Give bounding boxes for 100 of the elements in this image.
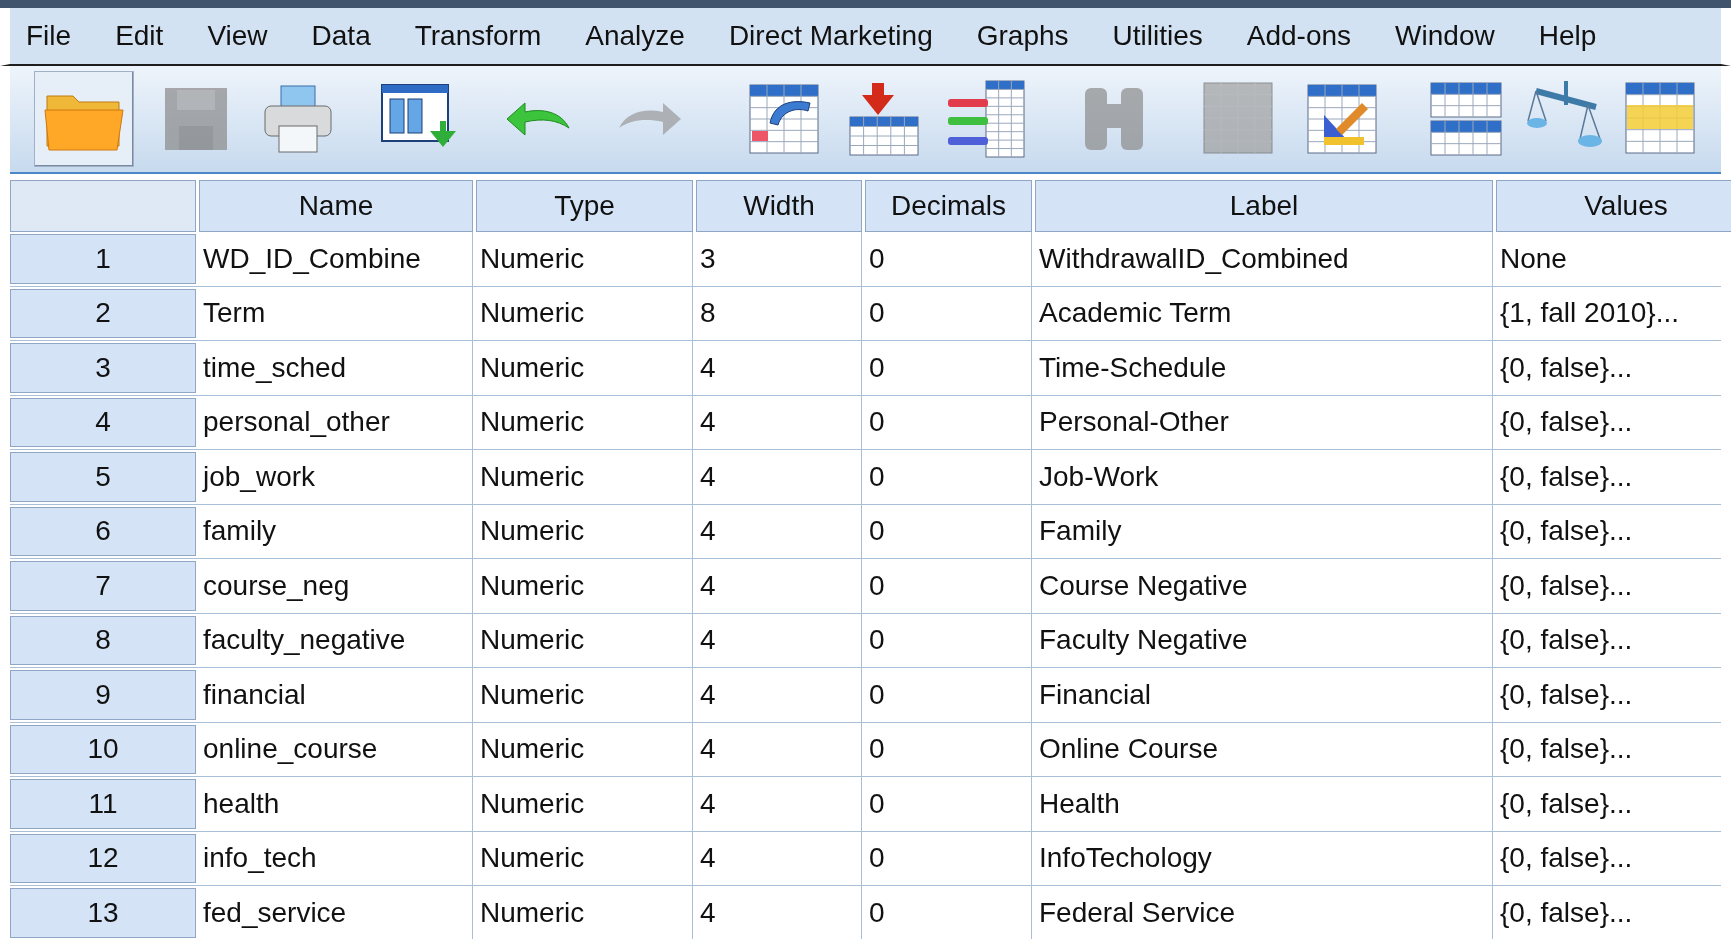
table-cell: Financial: [1035, 668, 1493, 722]
table-cell: Health: [1035, 777, 1493, 831]
row-header[interactable]: 10: [10, 724, 196, 774]
table-cell: Job-Work: [1035, 450, 1493, 504]
menu-item[interactable]: Add-ons: [1246, 15, 1352, 57]
table-cell: InfoTechology: [1035, 831, 1493, 885]
row-header[interactable]: 4: [10, 397, 196, 447]
row-header[interactable]: 5: [10, 452, 196, 502]
table-cell: 0: [865, 886, 1032, 939]
table-cell: 0: [865, 450, 1032, 504]
table-cell: 4: [696, 450, 862, 504]
menu-item[interactable]: Edit: [115, 15, 164, 57]
table-cell: Numeric: [476, 886, 693, 939]
menu-item[interactable]: File: [26, 15, 72, 57]
table-cell: health: [199, 777, 473, 831]
table-cell: personal_other: [199, 395, 473, 449]
table-cell: 0: [865, 341, 1032, 395]
table-cell: {0, false}...: [1496, 886, 1731, 939]
column-header[interactable]: Decimals: [865, 180, 1032, 232]
table-cell: Personal-Other: [1035, 395, 1493, 449]
table-bars-icon: [946, 79, 1026, 159]
table-cell: Numeric: [476, 777, 693, 831]
table-cell: Numeric: [476, 504, 693, 558]
table-cell: {0, false}...: [1496, 341, 1731, 395]
table-cell: Academic Term: [1035, 286, 1493, 340]
table-cell: Term: [199, 286, 473, 340]
menu-item[interactable]: Data: [311, 15, 371, 57]
table-cell: job_work: [199, 450, 473, 504]
menu-item[interactable]: Utilities: [1112, 15, 1203, 57]
table-cell: 0: [865, 613, 1032, 667]
table-ruler-pencil-icon: [1306, 83, 1378, 155]
table-cell: Numeric: [476, 613, 693, 667]
table-cell: {0, false}...: [1496, 559, 1731, 613]
menu-item[interactable]: Analyze: [585, 15, 685, 57]
table-cell: 0: [865, 777, 1032, 831]
menu-item[interactable]: Transform: [414, 15, 542, 57]
table-cell: Numeric: [476, 341, 693, 395]
table-cell: Online Course: [1035, 722, 1493, 776]
table-cell: info_tech: [199, 831, 473, 885]
table-cell: 4: [696, 831, 862, 885]
menu-item[interactable]: Window: [1395, 15, 1495, 57]
table-cell: {0, false}...: [1496, 831, 1731, 885]
table-cell: course_neg: [199, 559, 473, 613]
table-cell: 4: [696, 668, 862, 722]
table-cell: 4: [696, 722, 862, 776]
menu-item[interactable]: Help: [1538, 15, 1597, 57]
table-cell: Numeric: [476, 395, 693, 449]
row-header[interactable]: 6: [10, 506, 196, 556]
table-cell: 0: [865, 722, 1032, 776]
row-header[interactable]: 1: [10, 234, 196, 284]
row-header[interactable]: 13: [10, 888, 196, 938]
row-header[interactable]: 7: [10, 561, 196, 611]
table-cell: WD_ID_Combine: [199, 232, 473, 286]
table-cell: family: [199, 504, 473, 558]
table-cell: 8: [696, 286, 862, 340]
table-icon: [1202, 81, 1274, 157]
table-cell: {0, false}...: [1496, 777, 1731, 831]
menu-item[interactable]: View: [207, 15, 268, 57]
table-cell: Numeric: [476, 668, 693, 722]
row-header[interactable]: 12: [10, 833, 196, 883]
table-cell: 4: [696, 613, 862, 667]
two-tables-icon: [1429, 81, 1503, 157]
table-cell: faculty_negative: [199, 613, 473, 667]
table-cell: WithdrawalID_Combined: [1035, 232, 1493, 286]
row-header[interactable]: 11: [10, 779, 196, 829]
table-cell: Faculty Negative: [1035, 613, 1493, 667]
table-cell: 0: [865, 559, 1032, 613]
menu-item[interactable]: Direct Marketing: [728, 15, 933, 57]
table-cell: 3: [696, 232, 862, 286]
table-cell: 4: [696, 777, 862, 831]
row-header[interactable]: 8: [10, 615, 196, 665]
table-cell: time_sched: [199, 341, 473, 395]
column-header[interactable]: Width: [696, 180, 862, 232]
row-header[interactable]: 2: [10, 288, 196, 338]
table-cell: Federal Service: [1035, 886, 1493, 939]
table-cell: None: [1496, 232, 1731, 286]
table-cell: 4: [696, 395, 862, 449]
table-cell: {0, false}...: [1496, 722, 1731, 776]
column-header[interactable]: Type: [476, 180, 693, 232]
column-header[interactable]: Name: [199, 180, 473, 232]
row-header[interactable]: 3: [10, 343, 196, 393]
table-cell: Time-Schedule: [1035, 341, 1493, 395]
table-cell: financial: [199, 668, 473, 722]
table-cell: Numeric: [476, 286, 693, 340]
menu-item[interactable]: Graphs: [976, 15, 1069, 57]
column-header[interactable]: Label: [1035, 180, 1493, 232]
table-cell: {0, false}...: [1496, 613, 1731, 667]
column-header[interactable]: Values: [1496, 180, 1731, 232]
table-cell: {1, fall 2010}...: [1496, 286, 1731, 340]
highlighted-table-icon: [1624, 81, 1696, 157]
table-down-arrow-icon: [848, 81, 920, 157]
table-cell: 0: [865, 395, 1032, 449]
table-cell: {0, false}...: [1496, 504, 1731, 558]
table-cell: 0: [865, 831, 1032, 885]
table-cell: {0, false}...: [1496, 450, 1731, 504]
table-cell: 0: [865, 668, 1032, 722]
row-header[interactable]: 9: [10, 670, 196, 720]
table-cell: Numeric: [476, 232, 693, 286]
table-cell: {0, false}...: [1496, 668, 1731, 722]
table-cell: Numeric: [476, 831, 693, 885]
